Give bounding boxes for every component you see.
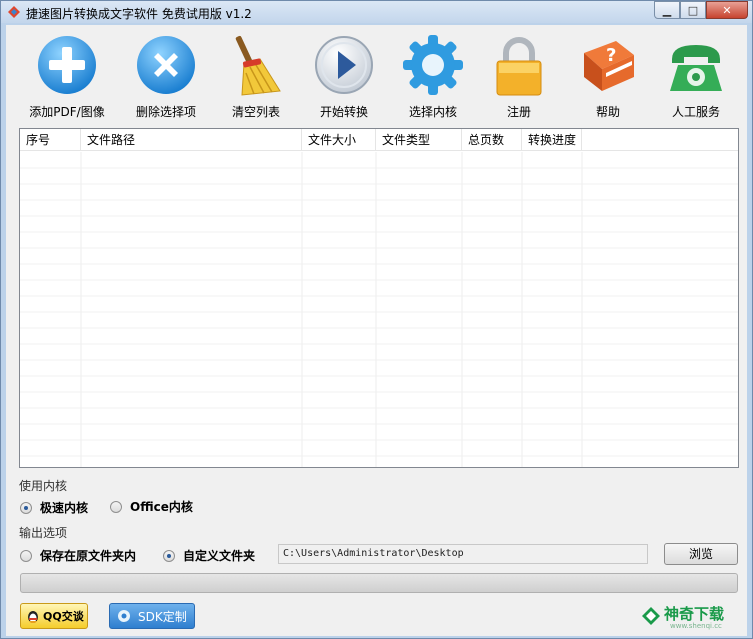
delete-selected-button[interactable]: 删除选择项 xyxy=(121,33,211,121)
qq-chat-label: QQ交谈 xyxy=(43,610,84,623)
radio-dot xyxy=(163,549,175,562)
table-grid-lines xyxy=(20,152,738,467)
add-icon xyxy=(38,36,96,94)
broom-icon xyxy=(235,35,281,96)
table-header: 序号 文件路径 文件大小 文件类型 总页数 转换进度 xyxy=(20,129,738,151)
sdk-custom-label: SDK定制 xyxy=(138,609,187,624)
phone-icon xyxy=(670,45,722,91)
watermark-subtext: www.shenqi.cc xyxy=(670,622,722,630)
sdk-custom-button[interactable]: SDK定制 xyxy=(109,603,195,629)
gear-icon xyxy=(403,35,463,95)
output-section-label: 输出选项 xyxy=(19,526,68,540)
custom-folder-label: 自定义文件夹 xyxy=(183,549,256,563)
conversion-progress-bar xyxy=(20,573,738,593)
title-bar[interactable]: 捷速图片转换成文字软件 免费试用版 v1.2 ▁ □ ✕ xyxy=(1,1,752,23)
play-icon xyxy=(315,36,373,94)
human-service-button[interactable]: 人工服务 xyxy=(651,33,741,121)
watermark-leaf-icon xyxy=(642,607,660,625)
column-header-size[interactable]: 文件大小 xyxy=(302,129,376,151)
column-header-pages[interactable]: 总页数 xyxy=(462,129,522,151)
clear-list-label: 清空列表 xyxy=(231,105,280,119)
engine-office-radio[interactable]: Office内核 xyxy=(110,498,193,515)
clear-list-button[interactable]: 清空列表 xyxy=(211,33,301,121)
close-button[interactable]: ✕ xyxy=(706,1,748,19)
qq-penguin-icon xyxy=(28,611,38,623)
delete-selected-label: 删除选择项 xyxy=(135,105,196,119)
minimize-button[interactable]: ▁ xyxy=(654,1,680,19)
svg-text:?: ? xyxy=(606,45,616,66)
human-service-label: 人工服务 xyxy=(671,105,720,119)
sdk-gear-icon xyxy=(118,610,130,622)
lock-icon xyxy=(496,37,542,96)
radio-dot xyxy=(110,500,122,513)
column-header-path[interactable]: 文件路径 xyxy=(81,129,302,151)
app-window: 捷速图片转换成文字软件 免费试用版 v1.2 ▁ □ ✕ 添加PDF/图像 删除… xyxy=(0,0,753,639)
engine-fast-radio[interactable]: 极速内核 xyxy=(20,499,88,516)
watermark-text: 神奇下载 xyxy=(664,605,725,623)
column-header-index[interactable]: 序号 xyxy=(20,129,81,151)
maximize-button[interactable]: □ xyxy=(680,1,706,19)
engine-fast-label: 极速内核 xyxy=(40,501,89,515)
window-title: 捷速图片转换成文字软件 免费试用版 v1.2 xyxy=(26,7,252,21)
radio-dot xyxy=(20,501,32,514)
help-label: 帮助 xyxy=(595,105,620,119)
watermark-logo: 神奇下载 www.shenqi.cc xyxy=(638,601,743,633)
select-engine-label: 选择内核 xyxy=(408,105,457,119)
register-label: 注册 xyxy=(506,105,531,119)
custom-folder-radio[interactable]: 自定义文件夹 xyxy=(163,547,255,564)
column-header-type[interactable]: 文件类型 xyxy=(376,129,462,151)
start-convert-button[interactable]: 开始转换 xyxy=(299,33,389,121)
save-original-folder-label: 保存在原文件夹内 xyxy=(40,549,137,563)
toolbar: 添加PDF/图像 删除选择项 清空列表 开始转换 选择内核 注册 ? 帮助 人工… xyxy=(6,25,747,121)
engine-office-label: Office内核 xyxy=(130,500,193,514)
save-original-folder-radio[interactable]: 保存在原文件夹内 xyxy=(20,547,136,564)
column-header-progress[interactable]: 转换进度 xyxy=(522,129,582,151)
help-button[interactable]: ? 帮助 xyxy=(563,33,653,121)
radio-dot xyxy=(20,549,32,562)
output-path-field[interactable]: C:\Users\Administrator\Desktop xyxy=(278,544,648,564)
start-convert-label: 开始转换 xyxy=(319,105,368,119)
help-book-icon: ? xyxy=(584,41,634,91)
main-panel: 添加PDF/图像 删除选择项 清空列表 开始转换 选择内核 注册 ? 帮助 人工… xyxy=(6,25,747,636)
file-list-table[interactable]: 序号 文件路径 文件大小 文件类型 总页数 转换进度 xyxy=(19,128,739,468)
add-pdf-image-button[interactable]: 添加PDF/图像 xyxy=(22,33,112,121)
window-controls: ▁ □ ✕ xyxy=(654,1,748,19)
engine-section-label: 使用内核 xyxy=(19,479,68,493)
browse-button[interactable]: 浏览 xyxy=(664,543,738,565)
delete-icon xyxy=(137,36,195,94)
app-logo-icon xyxy=(8,6,20,18)
select-engine-button[interactable]: 选择内核 xyxy=(388,33,478,121)
add-pdf-image-label: 添加PDF/图像 xyxy=(29,105,105,119)
qq-chat-button[interactable]: QQ交谈 xyxy=(20,603,88,629)
register-button[interactable]: 注册 xyxy=(474,33,564,121)
